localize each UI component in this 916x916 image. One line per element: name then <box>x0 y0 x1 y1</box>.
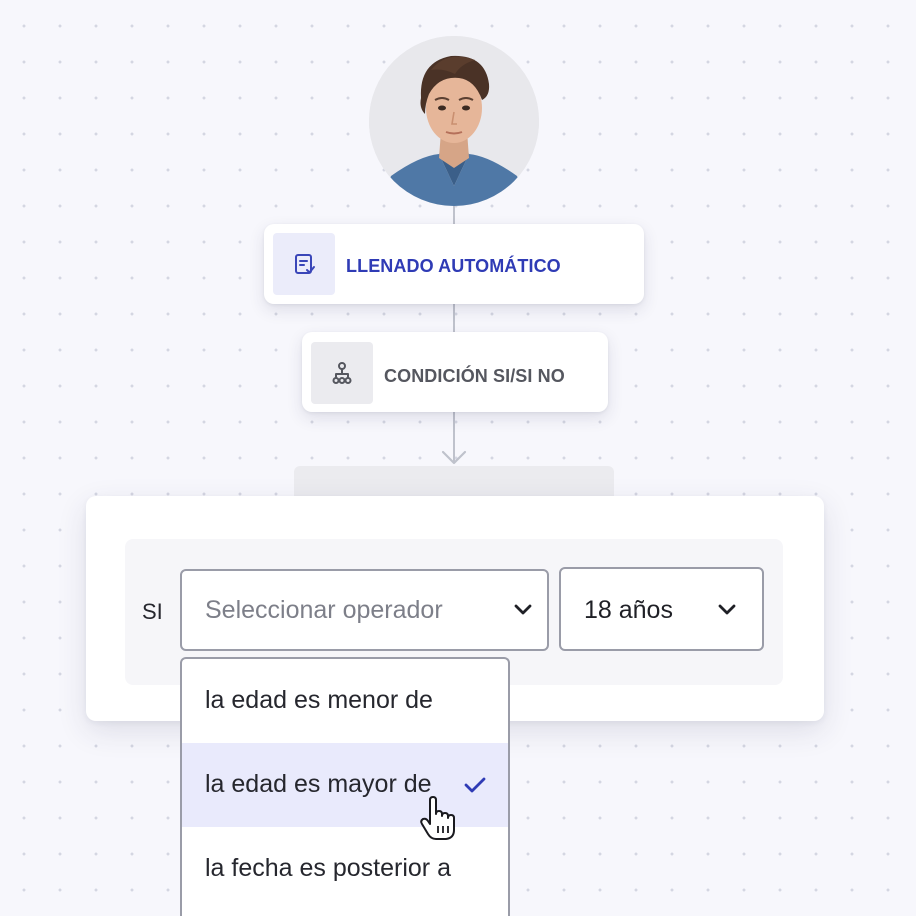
option-label: la fecha es posterior a <box>205 854 451 882</box>
person-photo-icon <box>369 36 539 206</box>
flow-connector <box>453 304 455 334</box>
age-value-select[interactable]: 18 años <box>559 567 764 651</box>
avatar <box>369 36 539 206</box>
option-label: la edad es menor de <box>205 686 433 714</box>
dropdown-option[interactable]: la edad es menor de <box>182 659 508 743</box>
branch-icon <box>332 362 352 384</box>
condition-prefix: SI <box>142 599 163 624</box>
operator-select-placeholder: Seleccionar operador <box>205 596 443 624</box>
step-icon-box <box>311 342 373 404</box>
age-value: 18 años <box>584 596 673 624</box>
option-label: la edad es mayor de <box>205 770 432 798</box>
chevron-down-icon[interactable] <box>512 600 534 620</box>
step-label: LLENADO AUTOMÁTICO <box>346 256 561 276</box>
arrow-down-icon <box>441 450 467 465</box>
dropdown-option-selected[interactable]: la edad es mayor de <box>182 743 508 827</box>
operator-dropdown-menu: la edad es menor de la edad es mayor de … <box>180 657 510 916</box>
chevron-down-icon[interactable] <box>716 600 738 620</box>
step-icon-box <box>273 233 335 295</box>
step-label: CONDICIÓN SI/SI NO <box>384 366 565 386</box>
operator-select[interactable]: Seleccionar operador <box>180 569 549 651</box>
dropdown-option[interactable]: la fecha es posterior a <box>182 827 508 911</box>
hand-pointer-icon <box>420 796 455 840</box>
flow-step-condition[interactable]: CONDICIÓN SI/SI NO <box>302 332 608 412</box>
checkmark-icon <box>464 777 486 793</box>
form-check-icon <box>295 254 315 274</box>
flow-step-autofill[interactable]: LLENADO AUTOMÁTICO <box>264 224 644 304</box>
